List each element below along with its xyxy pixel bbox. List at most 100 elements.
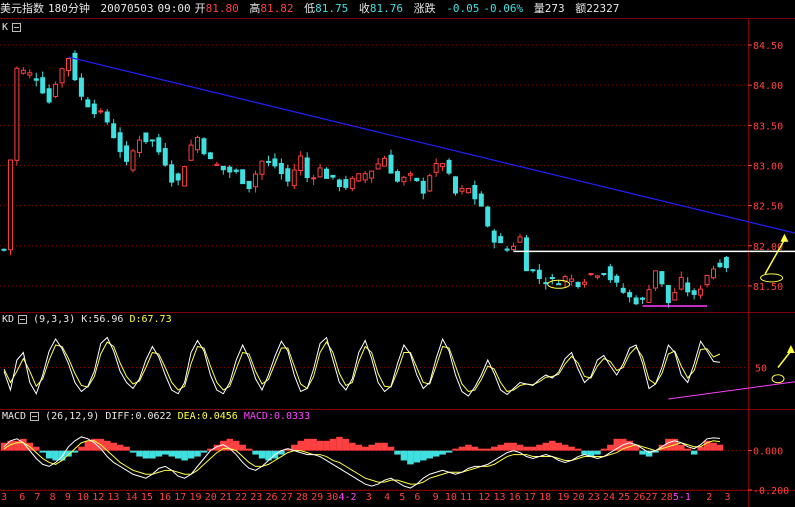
macd-histogram-bar	[478, 448, 485, 451]
candle-body	[678, 276, 684, 290]
price-tick-label: 81.50	[753, 282, 783, 293]
candle-body	[394, 171, 400, 182]
candle-body	[504, 248, 510, 251]
macd-histogram-bar	[303, 438, 311, 451]
candle-body	[536, 269, 542, 280]
macd-histogram-bar	[607, 444, 614, 451]
candle-body	[291, 169, 297, 187]
kd-k-line	[3, 336, 721, 397]
price-tick-label: 84.00	[753, 81, 783, 92]
macd-histogram-bar	[316, 440, 324, 451]
macd-histogram-bar	[497, 444, 504, 451]
candle-body	[433, 162, 439, 173]
kd-arrow-head	[786, 345, 795, 353]
macd-histogram-bar	[84, 440, 92, 451]
chart-canvas[interactable]: 84.5084.0083.5083.0082.5082.0081.50500.0…	[0, 0, 795, 507]
candle-body	[601, 273, 607, 276]
candle-body	[446, 159, 452, 174]
date-label: 16	[509, 492, 521, 503]
kd-panel-collapse-icon[interactable]	[18, 314, 28, 324]
macd-histogram-bar	[362, 446, 369, 451]
candle-body	[40, 77, 46, 94]
macd-histogram-bar	[491, 446, 498, 451]
candle-body	[130, 150, 136, 171]
macd-histogram-bar	[600, 448, 608, 451]
macd-histogram-bar	[39, 450, 46, 453]
date-label: 13	[493, 492, 505, 503]
macd-histogram-bar	[349, 442, 356, 451]
macd-macd-value: 0.0333	[273, 411, 311, 422]
candle-body	[59, 68, 65, 84]
candle-body	[530, 269, 536, 272]
kd-arrow-shaft	[777, 350, 792, 368]
candle-body	[607, 266, 613, 281]
macd-histogram-bar	[536, 444, 543, 451]
candle-body	[698, 288, 704, 296]
macd-histogram-bar	[336, 436, 343, 451]
candle-body	[588, 273, 594, 276]
candle-body	[369, 170, 375, 179]
candle-body	[472, 184, 478, 200]
macd-histogram-bar	[697, 446, 704, 451]
candle-body	[188, 144, 194, 161]
macd-diff-value: 0.0622	[135, 411, 172, 422]
macd-histogram-bar	[581, 450, 588, 455]
candle-body	[220, 165, 226, 171]
date-label: 20	[205, 492, 217, 503]
date-label: 14	[126, 492, 138, 503]
macd-macd-label: MACD:	[243, 411, 274, 422]
date-label: 6	[414, 492, 420, 503]
candle-body	[665, 284, 671, 304]
macd-histogram-bar	[252, 450, 259, 455]
date-label: 27	[281, 492, 293, 503]
macd-histogram-bar	[233, 440, 240, 451]
macd-histogram-bar	[123, 446, 130, 451]
candle-body	[491, 230, 497, 243]
candle-body	[704, 274, 710, 286]
kd-k-value: 56.96	[93, 314, 124, 325]
macd-histogram-bar	[574, 448, 582, 451]
candle-body	[691, 290, 697, 295]
candle-body	[311, 177, 317, 180]
candle-body	[652, 270, 658, 289]
candle-body	[582, 281, 587, 285]
date-label: 5-1	[673, 492, 691, 503]
candle-body	[459, 187, 465, 192]
macd-histogram-bar	[684, 448, 691, 451]
kd-d-value: 67.73	[141, 314, 172, 325]
date-label: 7	[34, 492, 40, 503]
macd-histogram-bar	[329, 438, 337, 451]
macd-histogram-bar	[716, 444, 724, 451]
candle-body	[465, 187, 471, 194]
candle-body	[304, 157, 310, 178]
macd-histogram-bar	[155, 450, 163, 457]
candle-body	[227, 166, 233, 173]
candle-body	[1, 248, 7, 251]
date-label: 12	[92, 492, 104, 503]
date-label: 28	[296, 492, 308, 503]
macd-histogram-bar	[710, 442, 717, 451]
macd-histogram-bar	[45, 450, 53, 459]
macd-histogram-bar	[110, 442, 117, 451]
macd-histogram-bar	[168, 450, 175, 457]
candle-body	[407, 173, 413, 176]
macd-histogram-bar	[561, 444, 569, 451]
macd-histogram-bar	[355, 444, 363, 451]
date-label: 23	[588, 492, 600, 503]
candle-body	[272, 158, 278, 167]
candle-body	[124, 145, 130, 162]
candle-body	[659, 271, 665, 285]
kd-ellipse-marker	[771, 374, 785, 384]
date-label: 21	[220, 492, 232, 503]
candle-body	[401, 176, 407, 183]
macd-histogram-bar	[452, 448, 459, 451]
candle-body	[640, 297, 646, 300]
macd-histogram-bar	[407, 450, 414, 465]
date-label: 17	[524, 492, 536, 503]
macd-histogram-bar	[400, 450, 408, 461]
candle-body	[246, 180, 252, 190]
macd-panel-collapse-icon[interactable]	[30, 411, 40, 421]
candle-body	[14, 67, 20, 161]
price-panel-collapse-icon[interactable]	[12, 22, 22, 32]
candle-body	[549, 276, 555, 280]
